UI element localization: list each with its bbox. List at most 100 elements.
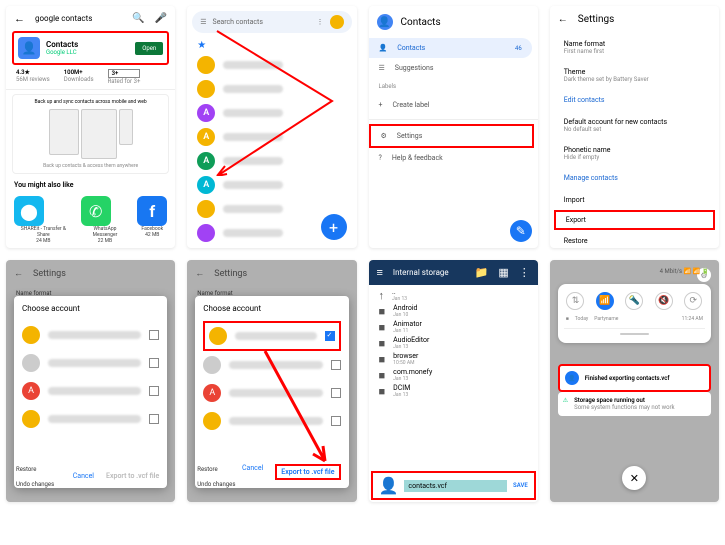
suggestions-icon: ☰ — [379, 64, 385, 72]
file-row[interactable]: ■AndroidJan 10 — [369, 303, 538, 319]
default-account[interactable]: Default account for new contacts — [564, 111, 705, 126]
account-row[interactable] — [22, 405, 159, 433]
cancel-button[interactable]: Cancel — [73, 472, 94, 480]
import[interactable]: Import — [564, 189, 705, 210]
app-icon-2[interactable]: ✆ — [81, 196, 111, 226]
account-row[interactable] — [22, 349, 159, 377]
export-row[interactable]: Export — [554, 210, 715, 230]
checkbox[interactable] — [149, 358, 159, 368]
checkbox[interactable] — [149, 414, 159, 424]
nav-help[interactable]: ?Help & feedback — [369, 148, 538, 168]
nav-label: Settings — [397, 132, 423, 140]
storage-notification[interactable]: ⚠ Storage space running outSome system f… — [558, 392, 711, 416]
save-bar: 👤 contacts.vcf SAVE — [371, 471, 536, 500]
grid-icon[interactable]: ▦ — [498, 266, 508, 279]
notification-text: Finished exporting contacts.vcf — [585, 375, 670, 382]
menu-icon[interactable]: ☰ — [200, 18, 206, 26]
nav-settings[interactable]: ⚙Settings — [369, 124, 534, 148]
account-row[interactable] — [203, 351, 340, 379]
filename-input[interactable]: contacts.vcf — [404, 480, 507, 492]
downloads: 100M+ — [64, 69, 94, 76]
contact-item[interactable]: A — [187, 149, 356, 173]
checkbox[interactable] — [331, 360, 341, 370]
account-row[interactable] — [22, 321, 159, 349]
add-contact-fab[interactable]: + — [321, 214, 347, 240]
avatar-icon[interactable] — [330, 15, 344, 29]
shot-settings: ← Settings Name formatFirst name first Th… — [550, 6, 719, 248]
app-card[interactable]: 👤 ContactsGoogle LLC Open — [12, 31, 169, 65]
fab-edit[interactable]: ✎ — [510, 220, 532, 242]
back-icon: ← — [195, 268, 204, 279]
rated-icon: 3+ — [108, 69, 141, 78]
contact-item[interactable]: A — [187, 101, 356, 125]
checkbox[interactable] — [149, 386, 159, 396]
choose-account-dialog: Choose account A CancelExport to .vcf fi… — [14, 296, 167, 488]
nav-create-label[interactable]: +Create label — [369, 95, 538, 115]
checkbox[interactable] — [331, 416, 341, 426]
search-icon[interactable]: 🔍 — [132, 13, 144, 24]
cancel-button[interactable]: Cancel — [242, 464, 263, 480]
more-icon[interactable]: ⋮ — [317, 18, 324, 26]
qs-flashlight-icon[interactable]: 🔦 — [625, 292, 643, 310]
file-row[interactable]: ■AnimatorJan 11 — [369, 319, 538, 335]
you-might-like: You might also like — [6, 178, 175, 192]
contact-item[interactable]: A — [187, 125, 356, 149]
close-button[interactable]: ✕ — [622, 466, 646, 490]
checkbox[interactable] — [331, 388, 341, 398]
file-icon: 👤 — [379, 476, 399, 495]
menu-icon[interactable]: ≡ — [377, 266, 383, 279]
name-format[interactable]: Name format — [564, 33, 705, 48]
account-row-selected[interactable] — [203, 321, 340, 351]
save-button[interactable]: SAVE — [513, 482, 528, 489]
contact-item[interactable] — [187, 77, 356, 101]
app-icon-3[interactable]: f — [137, 196, 167, 226]
phonetic-sub: Hide if empty — [564, 154, 705, 167]
phonetic[interactable]: Phonetic name — [564, 139, 705, 154]
qs-data-icon[interactable]: ⇅ — [566, 292, 584, 310]
more-icon[interactable]: ⋮ — [519, 266, 530, 279]
contact-item[interactable] — [187, 245, 356, 248]
drawer-title: Contacts — [401, 17, 441, 28]
person-icon: 👤 — [379, 44, 388, 52]
status-bar: 4 Mbit/s 📶 📶 🔋 — [660, 268, 709, 275]
nav-suggestions[interactable]: ☰Suggestions — [369, 58, 538, 78]
contacts-icon: 👤 — [565, 371, 579, 385]
file-row[interactable]: ■browser10:50 AM — [369, 351, 538, 367]
contact-item[interactable] — [187, 53, 356, 77]
contacts-logo-icon: 👤 — [377, 14, 393, 30]
promo-sub: Back up contacts & access them anywhere — [17, 163, 164, 169]
contact-item[interactable]: A — [187, 173, 356, 197]
name-format-sub: First name first — [564, 48, 705, 61]
file-row[interactable]: ■DCIMJan 13 — [369, 383, 538, 399]
checkbox[interactable] — [149, 330, 159, 340]
theme[interactable]: Theme — [564, 61, 705, 76]
file-row[interactable]: ↑..Jan 13 — [369, 287, 538, 303]
mic-icon[interactable]: 🎤 — [155, 13, 167, 24]
back-icon[interactable]: ← — [558, 14, 568, 25]
back-icon[interactable]: ← — [14, 12, 25, 25]
export-button[interactable]: Export to .vcf file — [275, 464, 340, 480]
account-row[interactable]: A — [22, 377, 159, 405]
restore[interactable]: Restore — [564, 230, 705, 248]
qs-sound-icon[interactable]: 🔇 — [655, 292, 673, 310]
plus-icon: + — [379, 101, 383, 109]
search-bar[interactable]: ☰ Search contacts ⋮ — [192, 11, 351, 33]
account-row[interactable]: A — [203, 379, 340, 407]
qs-wifi-icon[interactable]: 📶 — [596, 292, 614, 310]
nav-contacts[interactable]: 👤Contacts46 — [369, 38, 532, 58]
checkbox-checked[interactable] — [325, 331, 335, 341]
file-row[interactable]: ■com.monefyJan 13 — [369, 367, 538, 383]
settings-title: Settings — [578, 14, 615, 25]
promo-title: Back up and sync contacts across mobile … — [17, 99, 164, 105]
shot-notification: ⚙ 4 Mbit/s 📶 📶 🔋 ⇅ 📶 🔦 🔇 ⟳ ■TodayPartyna… — [550, 260, 719, 502]
account-row[interactable] — [203, 407, 340, 435]
file-row[interactable]: ■AudioEditorJan 13 — [369, 335, 538, 351]
export-button[interactable]: Export to .vcf file — [106, 472, 159, 480]
open-button[interactable]: Open — [135, 42, 163, 55]
qs-rotate-icon[interactable]: ⟳ — [684, 292, 702, 310]
app-icon-1[interactable]: ⬤ — [14, 196, 44, 226]
export-notification[interactable]: 👤 Finished exporting contacts.vcf — [558, 364, 711, 392]
folder-icon[interactable]: 📁 — [475, 266, 489, 279]
edit-contacts-link: Edit contacts — [564, 89, 705, 111]
dialog-title: Choose account — [203, 304, 340, 313]
